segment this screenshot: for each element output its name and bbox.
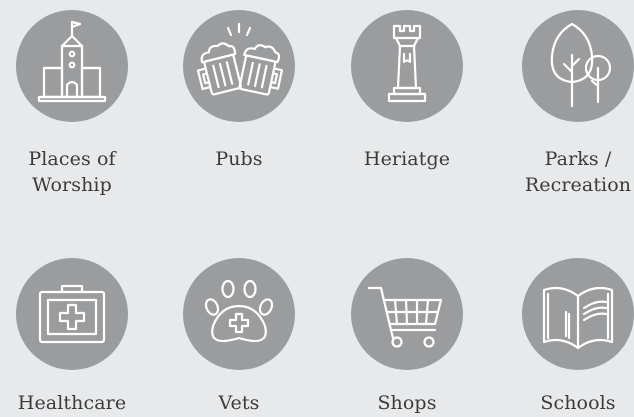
- category-circle: [183, 258, 295, 370]
- label-line: Parks /: [544, 148, 612, 170]
- category-label: Schools: [498, 390, 634, 416]
- label-line: Heriatge: [363, 148, 451, 170]
- category-tile-schools[interactable]: Schools: [498, 258, 634, 417]
- category-circle: [183, 10, 295, 122]
- first-aid-kit-icon: [38, 284, 106, 344]
- category-circle: [16, 10, 128, 122]
- category-label: Parks / Recreation: [498, 146, 634, 198]
- category-circle: [351, 258, 463, 370]
- trees-icon: [550, 22, 612, 108]
- label-line: Worship: [32, 174, 112, 196]
- category-label: Pubs: [159, 146, 319, 172]
- label-line: Schools: [540, 392, 616, 414]
- category-circle: [16, 258, 128, 370]
- category-tile-pubs[interactable]: Pubs: [159, 10, 319, 210]
- label-line: Shops: [377, 392, 437, 414]
- castle-tower-icon: [387, 24, 427, 103]
- label-line: Recreation: [524, 174, 632, 196]
- category-tile-worship[interactable]: Places of Worship: [0, 10, 152, 210]
- category-label: Healthcare: [0, 390, 152, 416]
- category-tile-heritage[interactable]: Heriatge: [327, 10, 487, 210]
- category-tile-shops[interactable]: Shops: [327, 258, 487, 417]
- category-tile-vets[interactable]: Vets: [159, 258, 319, 417]
- category-circle: [351, 10, 463, 122]
- category-label: Heriatge: [327, 146, 487, 172]
- category-circle: [522, 10, 634, 122]
- category-label: Places of Worship: [0, 146, 152, 198]
- category-grid: Places of Worship Pubs Heriatge Parks / …: [0, 0, 634, 417]
- church-icon: [37, 20, 107, 103]
- shopping-cart-icon: [367, 286, 443, 348]
- category-label: Shops: [327, 390, 487, 416]
- open-book-icon: [542, 286, 614, 350]
- category-tile-parks[interactable]: Parks / Recreation: [498, 10, 634, 210]
- label-line: Pubs: [215, 148, 263, 170]
- label-line: Places of: [28, 148, 116, 170]
- paw-cross-icon: [204, 279, 274, 343]
- beer-mugs-icon: [196, 22, 284, 96]
- category-tile-healthcare[interactable]: Healthcare: [0, 258, 152, 417]
- category-circle: [522, 258, 634, 370]
- label-line: Healthcare: [17, 392, 127, 414]
- label-line: Vets: [218, 392, 260, 414]
- category-label: Vets: [159, 390, 319, 416]
